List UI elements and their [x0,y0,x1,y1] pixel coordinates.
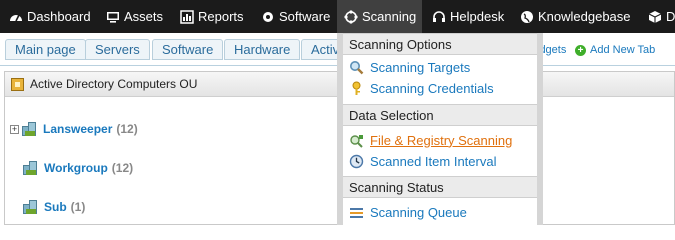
tree-node-lansweeper: + Lansweeper (12) [10,122,138,136]
nav-assets-label: Assets [124,9,164,24]
scanning-icon [344,9,358,24]
globe-icon [521,10,533,23]
tree-node-name[interactable]: Lansweeper [43,122,112,136]
add-new-tab-label: Add New Tab [590,44,656,56]
tab-software[interactable]: Software [152,39,224,60]
tree-node-count: (1) [70,200,86,214]
nav-software-label: Software [279,9,331,24]
menu-item-label: Scanning Queue [370,204,467,220]
monitor-icon [107,11,119,23]
section-header-data-selection: Data Selection [343,104,537,126]
section-header-label: Scanning Options [349,36,452,52]
tab-label: Main page [15,42,76,57]
nav-reports[interactable]: Reports [180,0,244,33]
menu-item-scanning-credentials[interactable]: Scanning Credentials [349,79,494,97]
active-directory-icon [11,77,24,91]
menu-item-label: Scanning Credentials [370,80,494,96]
scanning-menu-panel: Scanning Options Scanning Targets Scanni… [343,33,537,225]
reports-icon [180,9,194,24]
nav-reports-label: Reports [198,9,244,24]
nav-helpdesk[interactable]: Helpdesk [432,0,504,33]
tree-node-name[interactable]: Sub [44,200,67,214]
section-header-label: Scanning Status [349,179,444,195]
key-icon [352,81,361,95]
menu-item-label: File & Registry Scanning [370,132,513,148]
nav-overflow[interactable]: D [648,0,675,33]
nav-scanning-label: Scanning [362,9,417,24]
section-header-label: Data Selection [349,107,434,123]
section-header-scanning-status: Scanning Status [343,176,537,198]
menu-item-label: Scanning Targets [370,59,471,75]
tab-label: Servers [95,42,140,57]
dashboard-icon [10,14,22,21]
tree-node-name[interactable]: Workgroup [44,161,108,175]
tab-servers[interactable]: Servers [85,39,150,60]
section-header-scanning-options: Scanning Options [343,33,537,55]
tree-node-count: (12) [111,161,134,175]
widget-title: Active Directory Computers OU [30,77,198,91]
menu-item-scanning-targets[interactable]: Scanning Targets [349,58,470,76]
add-new-tab-link[interactable]: + Add New Tab [575,44,655,56]
building-icon [23,200,38,214]
expand-icon[interactable]: + [10,124,19,134]
file-registry-icon [350,134,363,148]
nav-overflow-label: D [666,9,675,24]
software-icon [263,11,273,22]
plus-icon: + [575,44,586,56]
tree-node-count: (12) [116,122,138,136]
top-navigation-bar: Dashboard Assets Reports Software Scanni… [0,0,675,33]
tab-hardware[interactable]: Hardware [224,39,301,60]
nav-dashboard-label: Dashboard [27,9,91,24]
queue-icon [350,207,363,218]
headset-icon [433,10,445,22]
scanning-dropdown-menu: Scanning Options Scanning Targets Scanni… [337,33,543,225]
nav-scanning[interactable]: Scanning [337,0,422,33]
building-icon [23,161,38,175]
tree-node-sub: Sub (1) [23,200,85,214]
clock-icon [349,154,364,168]
tab-label: Hardware [234,42,291,57]
magnifier-icon [350,60,364,74]
nav-knowledgebase[interactable]: Knowledgebase [520,0,631,33]
nav-software[interactable]: Software [261,0,330,33]
menu-item-label: Scanned Item Interval [370,153,497,169]
tab-label: Software [162,42,214,57]
menu-item-file-registry-scanning[interactable]: File & Registry Scanning [349,131,512,149]
nav-dashboard[interactable]: Dashboard [9,0,91,33]
tree-node-workgroup: Workgroup (12) [23,161,133,175]
building-icon [22,122,37,136]
tab-main-page[interactable]: Main page [5,39,86,60]
menu-item-scanning-queue[interactable]: Scanning Queue [349,203,467,221]
nav-assets[interactable]: Assets [106,0,163,33]
menu-item-scanned-item-interval[interactable]: Scanned Item Interval [349,152,496,170]
nav-helpdesk-label: Helpdesk [450,9,505,24]
nav-knowledgebase-label: Knowledgebase [538,9,631,24]
cube-icon [648,10,662,23]
